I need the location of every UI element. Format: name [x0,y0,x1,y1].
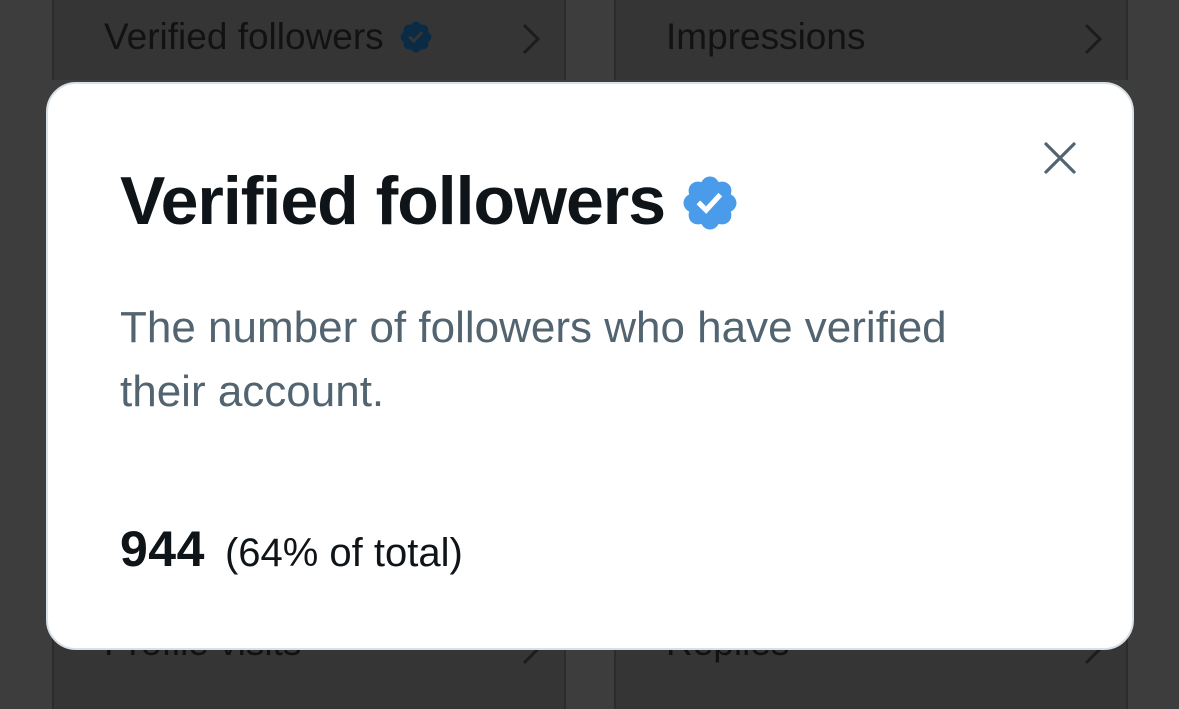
verified-followers-stat: 944 (64% of total) [120,520,463,578]
dialog-description: The number of followers who have verifie… [120,303,947,416]
tile-verified-followers[interactable]: Verified followers [52,0,566,80]
dialog-title-text: Verified followers [120,163,666,239]
verified-badge-icon [400,21,432,53]
dialog-title: Verified followers [120,162,741,240]
tile-impressions[interactable]: Impressions [614,0,1128,80]
chevron-right-icon [1084,23,1103,55]
verified-followers-dialog: Verified followers The number of followe… [46,82,1134,650]
tile-impressions-label: Impressions [666,16,866,57]
tile-verified-followers-label: Verified followers [104,16,434,58]
close-icon[interactable] [1038,136,1082,180]
stat-percentage: (64% of total) [224,531,463,575]
verified-badge-icon [683,176,737,230]
chevron-right-icon [522,23,541,55]
stat-value: 944 [120,521,205,577]
